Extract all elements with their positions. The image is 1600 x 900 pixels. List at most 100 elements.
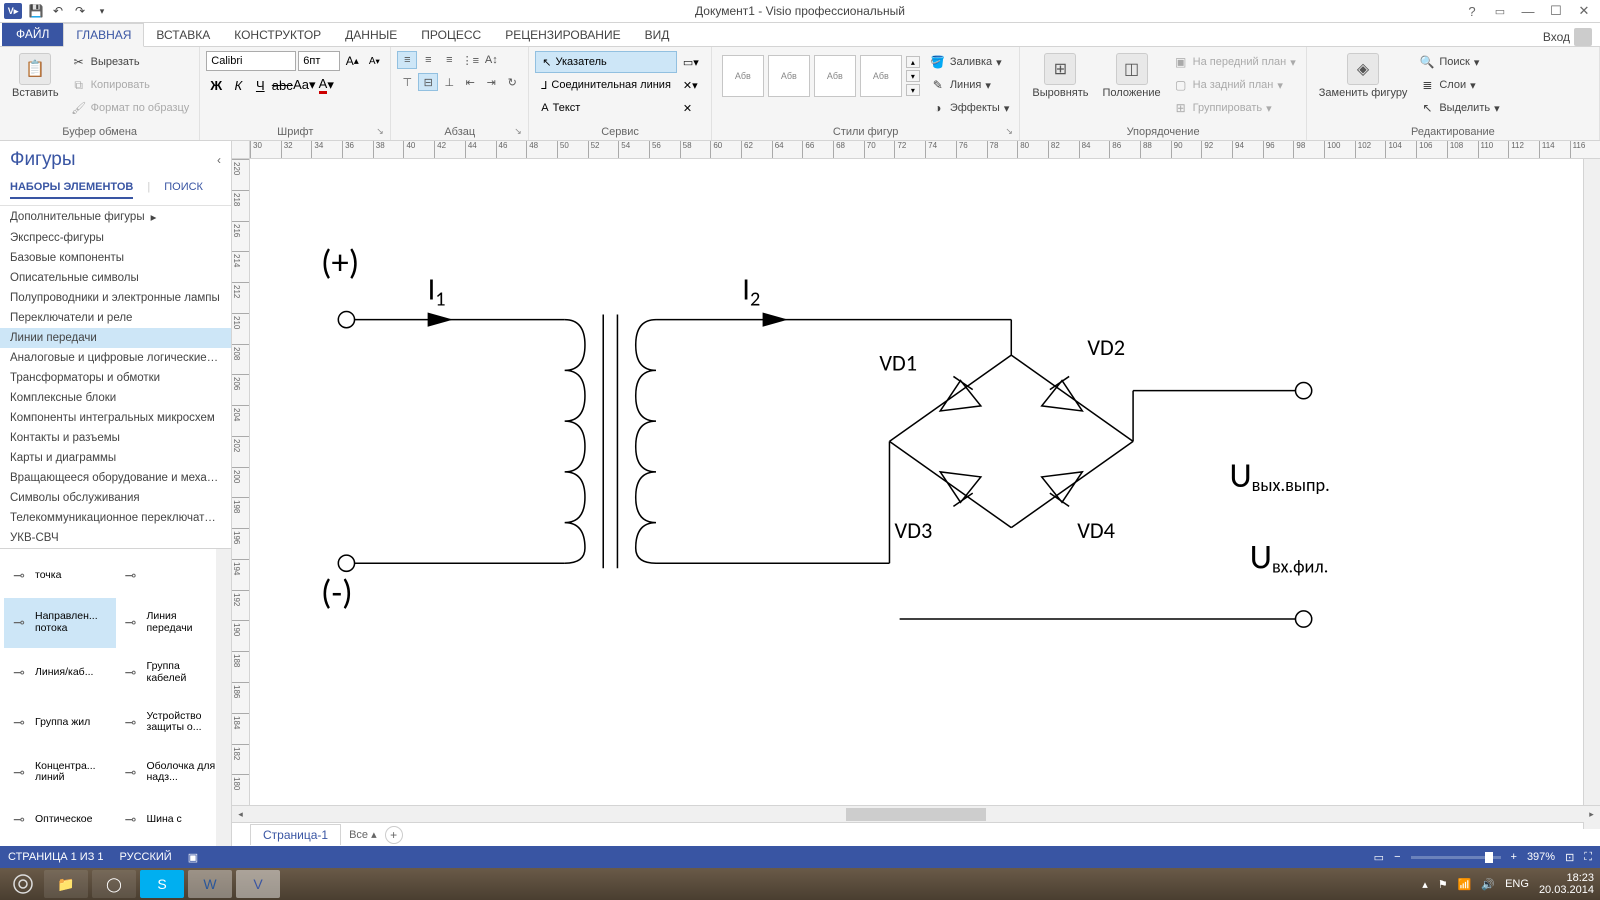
rotate-text-button[interactable]: ↻ (502, 73, 522, 91)
line-button[interactable]: ✎Линия▾ (926, 74, 1014, 96)
connector-tool-button[interactable]: ⅃Соединительная линия (535, 74, 677, 96)
shape-cell[interactable]: ⊸Шина с (116, 797, 228, 842)
horizontal-ruler[interactable]: 3032343638404244464850525456586062646668… (232, 141, 1600, 159)
stencil-item[interactable]: Полупроводники и электронные лампы (0, 288, 231, 308)
shape-cell[interactable]: ⊸Линия/каб... (4, 648, 116, 698)
fit-page-icon[interactable]: ⊡ (1565, 851, 1574, 864)
align-bottom-button[interactable]: ⊥ (439, 73, 459, 91)
shape-cell[interactable]: ⊸Группа кабелей (116, 648, 228, 698)
stencil-item[interactable]: УКВ-СВЧ (0, 528, 231, 548)
shape-cell[interactable]: ⊸точка (4, 553, 116, 598)
connection-point-button[interactable]: ✕ (677, 97, 705, 119)
undo-icon[interactable]: ↶ (50, 3, 66, 19)
align-middle-button[interactable]: ⊟ (418, 73, 438, 91)
shapes-collapse-icon[interactable]: ‹ (217, 153, 221, 167)
shape-cell[interactable]: ⊸Оптическое (4, 797, 116, 842)
tab-file[interactable]: ФАЙЛ (2, 22, 63, 46)
styles-dialog-launcher[interactable]: ↘ (1005, 126, 1017, 138)
tray-network-icon[interactable]: 📶 (1458, 878, 1472, 891)
gallery-down-icon[interactable]: ▾ (906, 70, 920, 82)
tray-volume-icon[interactable]: 🔊 (1481, 878, 1495, 891)
pointer-tool-button[interactable]: ↖Указатель (535, 51, 677, 73)
tray-language[interactable]: ENG (1505, 878, 1529, 890)
tray-action-center-icon[interactable]: ⚑ (1438, 878, 1448, 891)
stencil-item[interactable]: Комплексные блоки (0, 388, 231, 408)
shrink-font-button[interactable]: A▾ (364, 51, 384, 71)
stencil-item[interactable]: Символы обслуживания (0, 488, 231, 508)
stencil-item[interactable]: Базовые компоненты (0, 248, 231, 268)
text-direction-button[interactable]: A↕ (481, 51, 501, 69)
copy-button[interactable]: ⧉Копировать (67, 74, 194, 96)
font-name-input[interactable] (206, 51, 296, 71)
presentation-mode-icon[interactable]: ▭ (1374, 851, 1384, 864)
position-button[interactable]: ◫Положение (1097, 51, 1167, 101)
scroll-left-icon[interactable]: ◂ (232, 806, 249, 823)
tab-home[interactable]: ГЛАВНАЯ (63, 23, 144, 47)
paste-button[interactable]: 📋 Вставить (6, 51, 65, 101)
start-button[interactable] (6, 870, 40, 898)
qat-customize-icon[interactable]: ▾ (94, 3, 110, 19)
status-language[interactable]: РУССКИЙ (120, 851, 172, 863)
find-button[interactable]: 🔍Поиск▾ (1415, 51, 1503, 73)
increase-indent-button[interactable]: ⇥ (481, 73, 501, 91)
align-center-button[interactable]: ≡ (418, 51, 438, 69)
grow-font-button[interactable]: A▴ (342, 51, 362, 71)
bullets-button[interactable]: ⋮≡ (460, 51, 480, 69)
paragraph-dialog-launcher[interactable]: ↘ (514, 126, 526, 138)
zoom-value[interactable]: 397% (1527, 851, 1555, 863)
visio-app-icon[interactable]: V▸ (4, 3, 22, 19)
taskbar-explorer[interactable]: 📁 (44, 870, 88, 898)
minimize-icon[interactable]: — (1516, 3, 1540, 19)
decrease-indent-button[interactable]: ⇤ (460, 73, 480, 91)
tray-show-hidden-icon[interactable]: ▴ (1422, 878, 1428, 891)
tab-process[interactable]: ПРОЦЕСС (409, 24, 493, 46)
style-gallery[interactable]: Абв Абв Абв Абв ▴ ▾ ▾ (718, 51, 924, 101)
add-page-button[interactable]: + (385, 826, 403, 844)
change-case-button[interactable]: Aa▾ (294, 75, 314, 95)
gallery-more-icon[interactable]: ▾ (906, 84, 920, 96)
bring-front-button[interactable]: ▣На передний план▾ (1169, 51, 1300, 73)
stencil-item[interactable]: Переключатели и реле (0, 308, 231, 328)
style-item[interactable]: Абв (814, 55, 856, 97)
align-left-button[interactable]: ≡ (397, 51, 417, 69)
stencil-item[interactable]: Контакты и разъемы (0, 428, 231, 448)
hscroll-thumb[interactable] (846, 808, 986, 821)
redo-icon[interactable]: ↷ (72, 3, 88, 19)
shape-cell[interactable]: ⊸Группа жил (4, 697, 116, 747)
shape-cell[interactable]: ⊸ (116, 553, 228, 598)
macro-record-icon[interactable]: ▣ (188, 851, 198, 864)
taskbar-skype[interactable]: S (140, 870, 184, 898)
full-screen-icon[interactable]: ⛶ (1584, 851, 1592, 864)
style-item[interactable]: Абв (860, 55, 902, 97)
shape-grid-scrollbar[interactable] (216, 549, 231, 846)
text-tool-button[interactable]: AТекст (535, 97, 677, 119)
change-shape-button[interactable]: ◈Заменить фигуру (1313, 51, 1414, 101)
taskbar-word[interactable]: W (188, 870, 232, 898)
stencil-item[interactable]: Трансформаторы и обмотки (0, 368, 231, 388)
ribbon-collapse-icon[interactable]: ▭ (1488, 3, 1512, 19)
tray-clock[interactable]: 18:23 20.03.2014 (1539, 872, 1594, 896)
tab-review[interactable]: РЕЦЕНЗИРОВАНИЕ (493, 24, 632, 46)
font-size-input[interactable] (298, 51, 340, 71)
stencil-item[interactable]: Экспресс-фигуры (0, 228, 231, 248)
strike-button[interactable]: abc (272, 75, 292, 95)
zoom-slider[interactable] (1411, 856, 1501, 859)
shape-cell[interactable]: ⊸Линия передачи (116, 598, 228, 648)
rectangle-tool-button[interactable]: ▭▾ (677, 51, 705, 73)
maximize-icon[interactable]: ☐ (1544, 3, 1568, 19)
effects-button[interactable]: ◑Эффекты▾ (926, 97, 1014, 119)
layers-button[interactable]: ≣Слои▾ (1415, 74, 1503, 96)
tab-design[interactable]: КОНСТРУКТОР (222, 24, 333, 46)
close-icon[interactable]: ✕ (1572, 3, 1596, 19)
gallery-up-icon[interactable]: ▴ (906, 56, 920, 68)
tab-insert[interactable]: ВСТАВКА (144, 24, 222, 46)
stencil-item[interactable]: Описательные символы (0, 268, 231, 288)
stencil-item[interactable]: Карты и диаграммы (0, 448, 231, 468)
cut-button[interactable]: ✂Вырезать (67, 51, 194, 73)
stencil-item[interactable]: Аналоговые и цифровые логические ком... (0, 348, 231, 368)
shape-cell[interactable]: ⊸Направлен... потока (4, 598, 116, 648)
zoom-out-icon[interactable]: − (1394, 851, 1400, 863)
page-tab-1[interactable]: Страница-1 (250, 824, 341, 845)
font-dialog-launcher[interactable]: ↘ (376, 126, 388, 138)
taskbar-chrome[interactable]: ◯ (92, 870, 136, 898)
